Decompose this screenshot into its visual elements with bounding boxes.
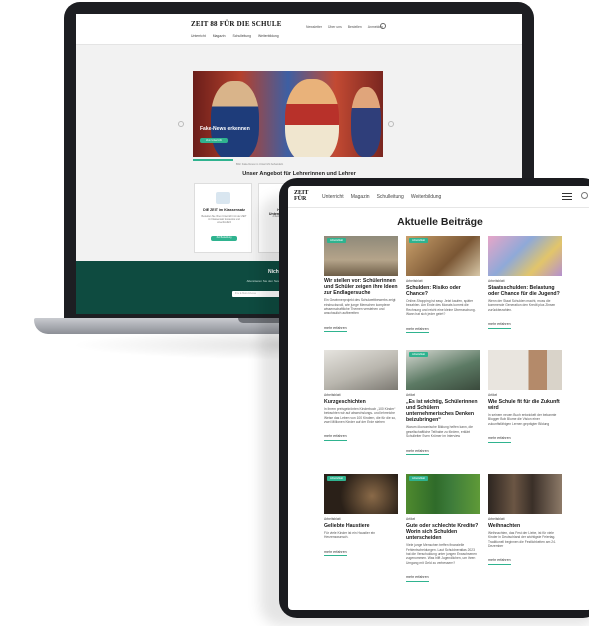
- laptop-topnav-item[interactable]: Über uns: [328, 25, 342, 29]
- article-text: Ein Gewinnerprojekt des Schulwettbewerbs…: [324, 298, 396, 316]
- article-text: Für viele Kinder ist ein Haustier ein He…: [324, 530, 376, 540]
- read-more-link[interactable]: mehr erfahren: [488, 436, 511, 443]
- article-text: Viele junge Menschen treffen finanzielle…: [406, 543, 477, 565]
- read-more-link[interactable]: mehr erfahren: [324, 434, 347, 441]
- article-text: Online-Shopping ist easy. Jetzt kaufen, …: [406, 298, 476, 317]
- tablet-logo[interactable]: ZEIT FÜR: [294, 190, 308, 202]
- article-kicker: Artikel: [488, 393, 498, 397]
- laptop-topnav-item[interactable]: Bestellen: [348, 25, 362, 29]
- article-card[interactable]: Arbeitsblatt Arbeitsblatt Schulden: Risi…: [406, 236, 480, 335]
- tablet-screen: ZEIT FÜR Unterricht Magazin Schulleitung…: [288, 186, 589, 610]
- read-more-link[interactable]: mehr erfahren: [488, 558, 511, 565]
- article-card[interactable]: Arbeitsblatt Weihnachten Weihnachten, da…: [488, 474, 562, 566]
- read-more-link[interactable]: mehr erfahren: [406, 327, 429, 334]
- article-title[interactable]: Schulden: Risiko oder Chance?: [406, 285, 480, 297]
- tablet-nav-item[interactable]: Schulleitung: [377, 194, 404, 200]
- tablet-nav-item[interactable]: Weiterbildung: [411, 194, 441, 200]
- article-image: Arbeitsblatt: [406, 236, 480, 276]
- read-more-link[interactable]: mehr erfahren: [406, 575, 429, 582]
- article-image: Arbeitsblatt: [406, 350, 480, 390]
- article-kicker: Arbeitsblatt: [488, 517, 505, 521]
- tablet-nav: Unterricht Magazin Schulleitung Weiterbi…: [322, 194, 441, 200]
- article-title[interactable]: Wir stellen vor: Schülerinnen und Schüle…: [324, 278, 398, 297]
- article-card[interactable]: Arbeitsblatt Kurzgeschichten In ihrem pr…: [324, 350, 398, 442]
- tablet-nav-item[interactable]: Unterricht: [322, 194, 344, 200]
- article-kicker: Arbeitsblatt: [406, 279, 423, 283]
- hero-title: Fake-News erkennen: [200, 126, 250, 132]
- laptop-subnav-item[interactable]: Unterricht: [191, 34, 206, 38]
- tablet-site-header: ZEIT FÜR Unterricht Magazin Schulleitung…: [288, 186, 589, 208]
- article-kicker: Artikel: [406, 393, 416, 397]
- article-title[interactable]: Weihnachten: [488, 523, 562, 529]
- laptop-logo[interactable]: ZEIT 88 FÜR DIE SCHULE: [191, 20, 282, 28]
- article-image: [488, 350, 562, 390]
- chevron-left-icon[interactable]: [178, 121, 184, 127]
- carousel-progress: [193, 159, 233, 161]
- laptop-topnav-item[interactable]: Newsletter: [306, 25, 322, 29]
- article-image: Arbeitsblatt: [324, 474, 398, 514]
- menu-icon[interactable]: [562, 193, 572, 202]
- article-badge: Arbeitsblatt: [409, 238, 428, 243]
- article-card[interactable]: Arbeitsblatt Staatsschulden: Belastung o…: [488, 236, 562, 330]
- chevron-right-icon[interactable]: [388, 121, 394, 127]
- hero-image-figure: [211, 81, 259, 157]
- laptop-subnav: Unterricht Magazin Schulleitung Weiterbi…: [191, 34, 279, 38]
- search-icon[interactable]: [380, 23, 386, 29]
- article-card[interactable]: Arbeitsblatt Artikel „Es ist wichtig, Sc…: [406, 350, 480, 457]
- page-title: Aktuelle Beiträge: [397, 216, 483, 228]
- article-card[interactable]: Arbeitsblatt Arbeitsblatt Geliebte Haust…: [324, 474, 398, 558]
- read-more-link[interactable]: mehr erfahren: [324, 550, 347, 557]
- laptop-subnav-item[interactable]: Magazin: [213, 34, 226, 38]
- hero-button[interactable]: Zum Unterricht: [200, 138, 228, 143]
- article-badge: Arbeitsblatt: [327, 238, 346, 243]
- article-card[interactable]: Arbeitsblatt Artikel Gute oder schlechte…: [406, 474, 480, 583]
- article-kicker: Artikel: [406, 517, 416, 521]
- article-title[interactable]: Staatsschulden: Belastung oder Chance fü…: [488, 285, 562, 297]
- laptop-topnav: Newsletter Über uns Bestellen Anmelden: [306, 25, 383, 29]
- article-title[interactable]: Wie Schule fit für die Zukunft wird: [488, 399, 562, 411]
- article-title[interactable]: Kurzgeschichten: [324, 399, 398, 405]
- article-text: Wenn der Staat Schulden macht, muss die …: [488, 298, 556, 312]
- laptop-subnav-item[interactable]: Schulleitung: [233, 34, 251, 38]
- article-badge: Arbeitsblatt: [327, 476, 346, 481]
- article-kicker: Arbeitsblatt: [324, 393, 341, 397]
- article-card[interactable]: Artikel Wie Schule fit für die Zukunft w…: [488, 350, 562, 444]
- tablet-nav-item[interactable]: Magazin: [351, 194, 370, 200]
- hero-image-figure: [285, 79, 339, 157]
- article-badge: Arbeitsblatt: [409, 352, 428, 357]
- read-more-link[interactable]: mehr erfahren: [324, 326, 347, 333]
- read-more-link[interactable]: mehr erfahren: [406, 449, 429, 456]
- article-text: In ihrem preisgekrönten Kinderbuch „100 …: [324, 406, 396, 424]
- search-icon[interactable]: [581, 192, 588, 199]
- laptop-subnav-item[interactable]: Weiterbildung: [258, 34, 279, 38]
- read-more-link[interactable]: mehr erfahren: [488, 322, 511, 329]
- article-image: Arbeitsblatt: [406, 474, 480, 514]
- article-image: [488, 474, 562, 514]
- offer-card-text: Bestellen Sie Ihren Unterricht mit der Z…: [201, 215, 247, 225]
- newspaper-icon: [216, 192, 230, 204]
- article-badge: Arbeitsblatt: [409, 476, 428, 481]
- article-text: In seinem neuen Buch entwickelt der beka…: [488, 412, 557, 426]
- offer-section-title: Unser Angebot für Lehrerinnen und Lehrer: [242, 171, 356, 177]
- laptop-site-header: ZEIT 88 FÜR DIE SCHULE Unterricht Magazi…: [76, 14, 522, 44]
- article-image: Arbeitsblatt: [324, 236, 398, 276]
- hero-caption: Bild: Fake-News im Unterricht behandeln: [236, 163, 284, 166]
- article-text: Weihnachten, das Fest der Liebe, ist für…: [488, 530, 556, 548]
- article-text: Warum ökonomische Bildung helfen kann, d…: [406, 425, 473, 439]
- article-title[interactable]: Geliebte Haustiere: [324, 523, 398, 529]
- article-kicker: Arbeitsblatt: [324, 517, 341, 521]
- article-image: [488, 236, 562, 276]
- article-image: [324, 350, 398, 390]
- hero-carousel[interactable]: Fake-News erkennen Zum Unterricht: [193, 71, 383, 157]
- offer-card-title: DIE ZEIT im Klassensatz: [203, 208, 245, 212]
- offer-card[interactable]: DIE ZEIT im Klassensatz Bestellen Sie Ih…: [194, 183, 252, 253]
- article-title[interactable]: „Es ist wichtig, Schülerinnen und Schüle…: [406, 399, 480, 424]
- hero-image-figure: [351, 87, 381, 157]
- article-title[interactable]: Gute oder schlechte Kredite? Worin sich …: [406, 523, 480, 542]
- offer-card-button[interactable]: Zur Bestellung: [211, 236, 237, 241]
- article-card[interactable]: Arbeitsblatt Wir stellen vor: Schülerinn…: [324, 236, 398, 334]
- article-kicker: Arbeitsblatt: [488, 279, 505, 283]
